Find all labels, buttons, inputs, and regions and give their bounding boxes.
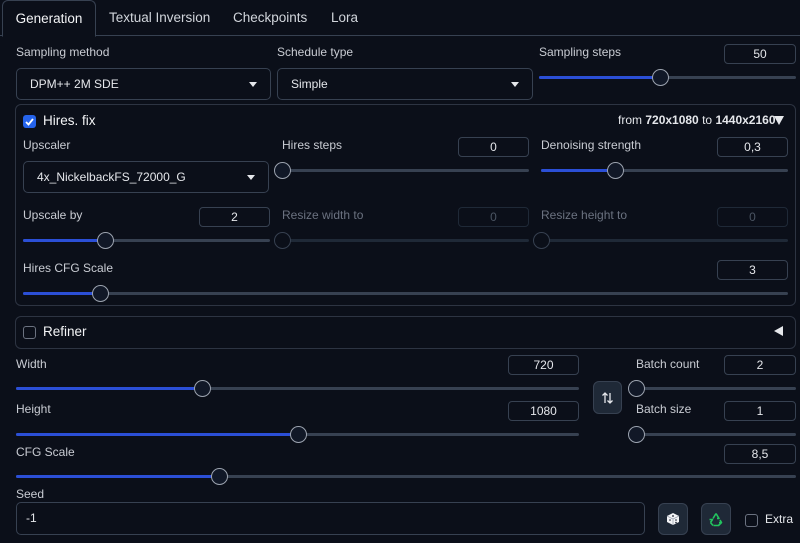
slider-fill [539, 76, 660, 79]
dice-icon [666, 513, 680, 525]
tab-checkpoints[interactable]: Checkpoints [233, 0, 307, 36]
slider-fill [23, 239, 105, 242]
chevron-down-icon [247, 174, 255, 180]
schedule-type-dropdown[interactable]: Simple [277, 68, 533, 100]
slider-thumb[interactable] [274, 162, 291, 179]
sampling-steps-input[interactable]: 50 [724, 44, 796, 64]
hires-steps-input[interactable]: 0 [458, 137, 529, 157]
schedule-type-value: Simple [291, 77, 328, 91]
slider-thumb[interactable] [96, 232, 114, 249]
upscaler-label: Upscaler [23, 138, 71, 152]
tab-textual-inversion[interactable]: Textual Inversion [109, 0, 210, 36]
hires-cfg-input[interactable]: 3 [717, 260, 788, 280]
hires-fix-panel [15, 104, 796, 306]
collapse-triangle-icon[interactable] [774, 116, 784, 125]
batch-size-slider[interactable] [628, 426, 796, 443]
slider-thumb[interactable] [274, 232, 291, 249]
tab-lora[interactable]: Lora [331, 0, 358, 36]
sampling-method-dropdown[interactable]: DPM++ 2M SDE [16, 68, 271, 100]
slider-thumb[interactable] [210, 468, 228, 485]
swap-dimensions-button[interactable] [593, 381, 622, 414]
swap-arrows-icon [602, 391, 613, 404]
batch-size-input[interactable]: 1 [724, 401, 796, 421]
slider-fill [16, 475, 219, 478]
slider-thumb[interactable] [651, 69, 669, 86]
slider-thumb[interactable] [533, 232, 550, 249]
cfg-scale-label: CFG Scale [16, 445, 75, 459]
sampling-method-value: DPM++ 2M SDE [30, 77, 119, 91]
hires-fix-title: Hires. fix [43, 113, 96, 128]
random-seed-button[interactable] [658, 503, 688, 535]
refiner-panel [15, 316, 796, 349]
batch-count-label: Batch count [636, 357, 700, 371]
hires-to-value: 1440x2160 [715, 113, 776, 127]
sampling-steps-label: Sampling steps [539, 45, 622, 59]
slider-fill [16, 433, 298, 436]
sampling-method-label: Sampling method [16, 45, 110, 59]
hires-cfg-slider[interactable] [23, 285, 788, 302]
slider-fill [541, 169, 616, 172]
slider-thumb[interactable] [628, 380, 645, 397]
sampling-steps-slider[interactable] [539, 69, 796, 86]
checkmark-icon [25, 117, 34, 126]
slider-thumb[interactable] [91, 285, 109, 302]
seed-input[interactable]: -1 [16, 502, 645, 535]
schedule-type-label: Schedule type [277, 45, 354, 59]
hires-from-prefix: from [618, 113, 642, 127]
hires-steps-slider[interactable] [274, 162, 529, 179]
height-slider[interactable] [16, 426, 579, 443]
chevron-down-icon [511, 81, 519, 87]
denoising-strength-label: Denoising strength [541, 138, 642, 152]
expand-triangle-icon[interactable] [774, 326, 783, 336]
hires-resolution-info: from 720x1080 to 1440x2160 [618, 113, 776, 127]
height-label: Height [16, 402, 51, 416]
resize-width-slider[interactable] [274, 232, 529, 249]
resize-width-input[interactable]: 0 [458, 207, 529, 227]
width-label: Width [16, 357, 47, 371]
resize-height-label: Resize height to [541, 208, 628, 222]
cfg-scale-input[interactable]: 8,5 [724, 444, 796, 464]
upscale-by-label: Upscale by [23, 208, 83, 222]
chevron-down-icon [249, 81, 257, 87]
cfg-scale-slider[interactable] [16, 468, 796, 485]
upscale-by-slider[interactable] [23, 232, 270, 249]
slider-thumb[interactable] [628, 426, 645, 443]
refiner-checkbox[interactable] [23, 326, 36, 339]
denoising-strength-slider[interactable] [541, 162, 788, 179]
resize-height-input[interactable]: 0 [717, 207, 788, 227]
extra-checkbox[interactable] [745, 514, 758, 527]
denoising-strength-input[interactable]: 0,3 [717, 137, 788, 157]
hires-cfg-label: Hires CFG Scale [23, 261, 114, 275]
upscaler-value: 4x_NickelbackFS_72000_G [37, 170, 186, 184]
slider-thumb[interactable] [193, 380, 211, 397]
batch-count-slider[interactable] [628, 380, 796, 397]
upscaler-dropdown[interactable]: 4x_NickelbackFS_72000_G [23, 161, 269, 193]
slider-thumb[interactable] [289, 426, 307, 443]
resize-height-slider[interactable] [533, 232, 788, 249]
seed-label: Seed [16, 487, 45, 501]
reuse-seed-button[interactable] [701, 503, 731, 535]
slider-fill [16, 387, 202, 390]
slider-fill [23, 292, 100, 295]
width-slider[interactable] [16, 380, 579, 397]
upscale-by-input[interactable]: 2 [199, 207, 270, 227]
tab-generation[interactable]: Generation [2, 0, 96, 37]
refiner-title: Refiner [43, 324, 87, 339]
extra-label: Extra [765, 512, 794, 526]
hires-to-prefix: to [702, 113, 713, 127]
hires-from-value: 720x1080 [645, 113, 699, 127]
height-input[interactable]: 1080 [508, 401, 579, 421]
batch-count-input[interactable]: 2 [724, 355, 796, 375]
hires-steps-label: Hires steps [282, 138, 343, 152]
hires-fix-checkbox[interactable] [23, 115, 36, 128]
recycle-icon [709, 512, 723, 526]
slider-thumb[interactable] [607, 162, 625, 179]
batch-size-label: Batch size [636, 402, 692, 416]
resize-width-label: Resize width to [282, 208, 364, 222]
width-input[interactable]: 720 [508, 355, 579, 375]
